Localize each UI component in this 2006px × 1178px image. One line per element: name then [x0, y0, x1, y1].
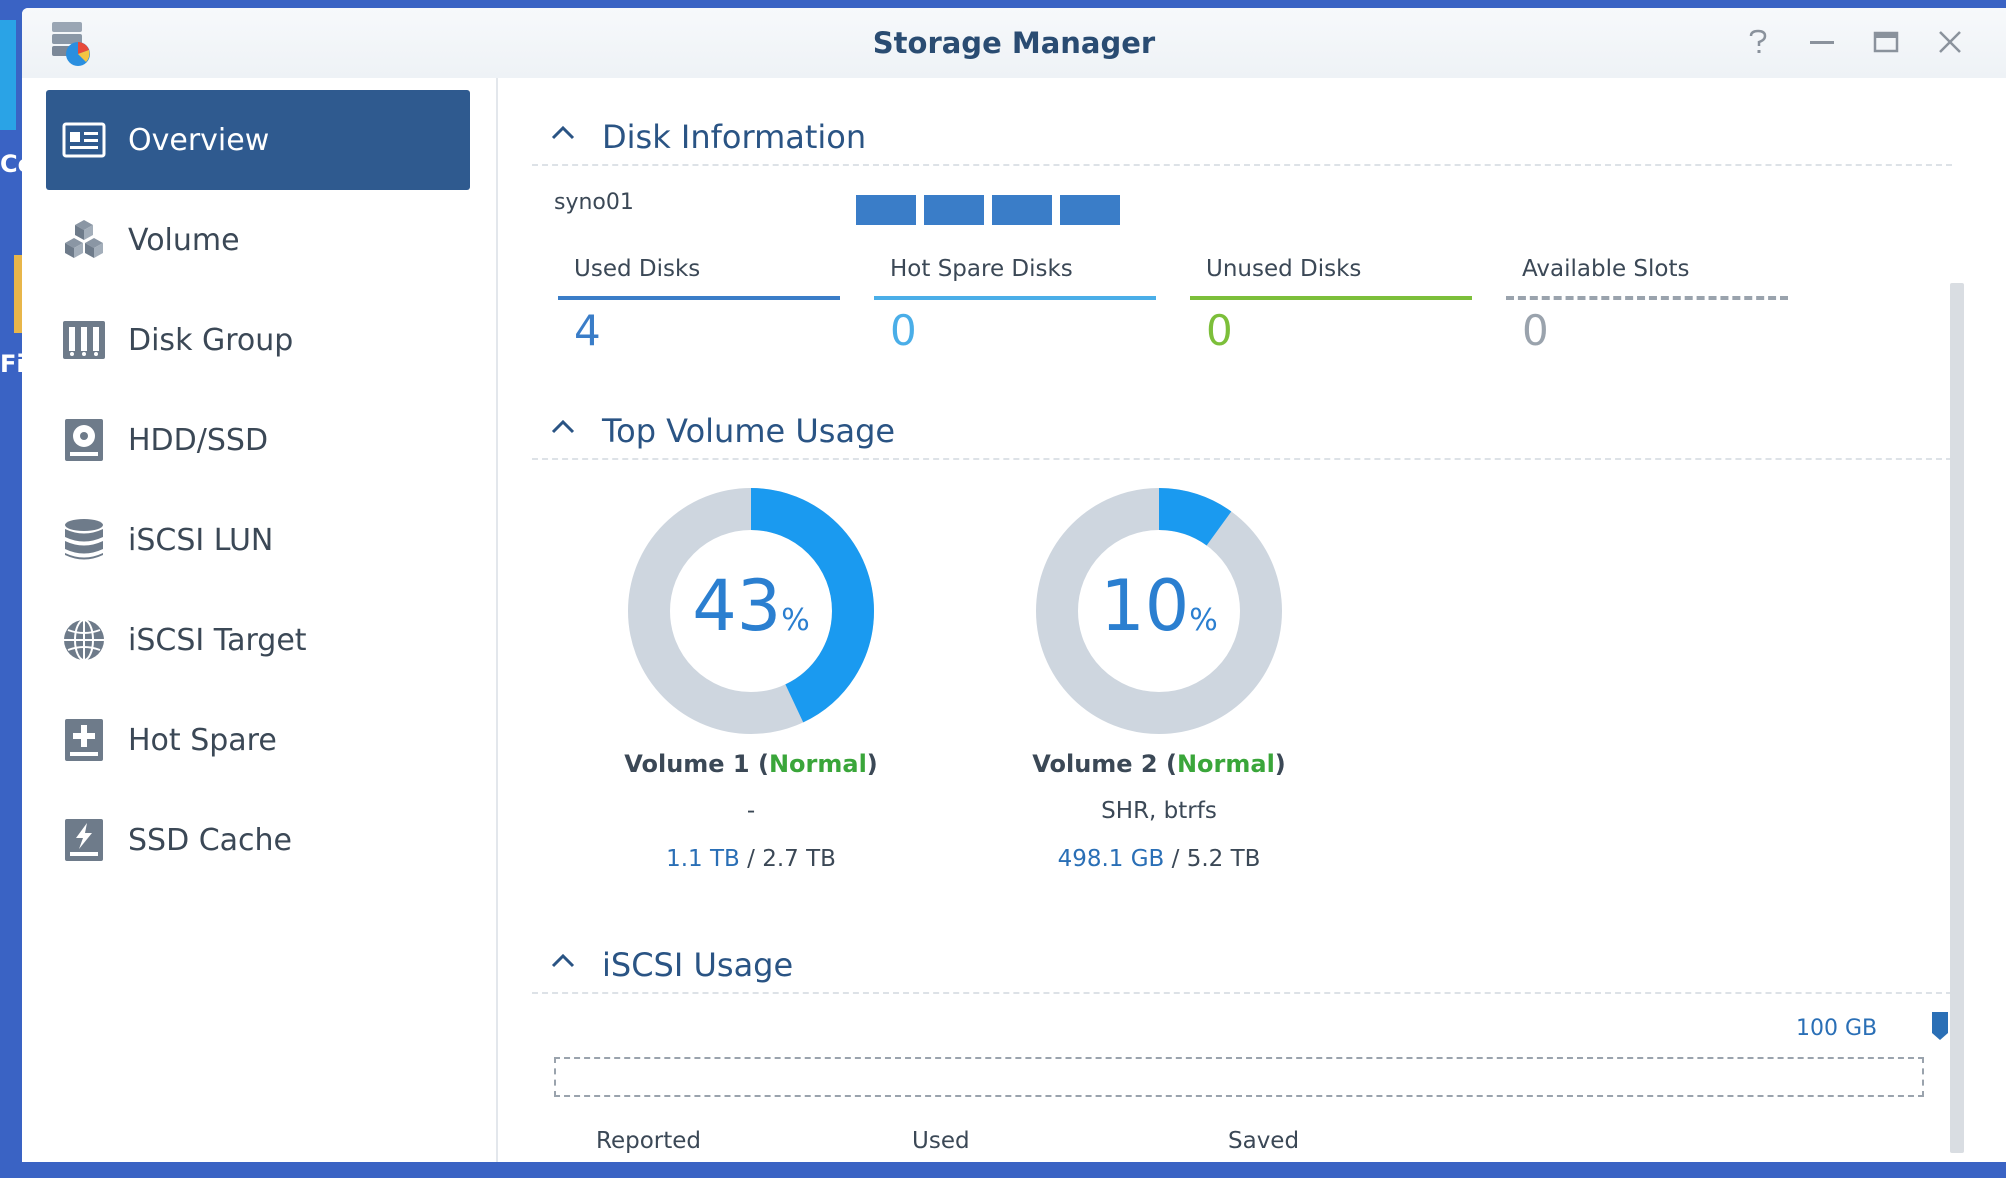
volume-1-raid: -: [746, 798, 756, 824]
hot-spare-plus-icon: [62, 718, 106, 762]
stat-label: Hot Spare Disks: [890, 256, 1073, 282]
sidebar-item-hdd-ssd[interactable]: HDD/SSD: [46, 390, 470, 490]
usage-percent: 43%: [626, 566, 876, 661]
used-capacity: 1.1 TB: [666, 846, 740, 872]
volume-cubes-icon: [62, 218, 106, 262]
vertical-scrollbar[interactable]: [1950, 283, 1964, 1153]
iscsi-reported-label: Reported: [596, 1128, 701, 1154]
desktop-folder-icon[interactable]: [14, 255, 22, 333]
sidebar-item-hot-spare[interactable]: Hot Spare: [46, 690, 470, 790]
stat-underline: [558, 296, 840, 300]
hdd-icon: [62, 418, 106, 462]
window-title: Storage Manager: [872, 26, 1156, 60]
sidebar-item-ssd-cache[interactable]: SSD Cache: [46, 790, 470, 890]
volume-1-donut[interactable]: 43%: [626, 486, 876, 736]
volume-2-capacity: 498.1 GB / 5.2 TB: [1057, 846, 1261, 872]
sidebar-item-iscsi-lun[interactable]: iSCSI LUN: [46, 490, 470, 590]
sidebar-item-label: Overview: [128, 122, 270, 158]
stat-value: 0: [1522, 306, 1549, 355]
volume-status: Normal: [768, 750, 867, 778]
database-icon: [62, 518, 106, 562]
percent-value: 10: [1100, 565, 1190, 647]
ssd-cache-bolt-icon: [62, 818, 106, 862]
title-bar[interactable]: Storage Manager: [22, 8, 2006, 78]
stat-used-disks: Used Disks 4: [558, 256, 840, 355]
volume-2-donut[interactable]: 10%: [1034, 486, 1284, 736]
close-button[interactable]: [1934, 28, 1966, 60]
used-capacity: 498.1 GB: [1057, 846, 1165, 872]
iscsi-saved-label: Saved: [1228, 1128, 1300, 1154]
stat-unused-disks: Unused Disks 0: [1190, 256, 1472, 355]
capacity-marker-icon: [1932, 1012, 1948, 1040]
sidebar-item-label: Hot Spare: [128, 722, 277, 758]
sidebar-item-iscsi-target[interactable]: iSCSI Target: [46, 590, 470, 690]
help-icon: [1749, 29, 1767, 53]
percent-sign: %: [781, 603, 810, 638]
iscsi-capacity-label: 100 GB: [1796, 1016, 1878, 1041]
sidebar: Overview Volume Disk Group HDD/SSD iSCSI…: [22, 78, 498, 1162]
volume-2-name[interactable]: Volume 2 (Normal): [959, 750, 1359, 778]
sidebar-item-label: HDD/SSD: [128, 422, 269, 458]
stat-available-slots: Available Slots 0: [1506, 256, 1788, 355]
sidebar-item-disk-group[interactable]: Disk Group: [46, 290, 470, 390]
stat-value: 0: [890, 306, 917, 355]
sidebar-item-label: Disk Group: [128, 322, 294, 358]
stat-value: 0: [1206, 306, 1233, 355]
section-title: Disk Information: [602, 118, 867, 156]
percent-value: 43: [692, 565, 782, 647]
maximize-icon: [1873, 31, 1899, 53]
sidebar-item-label: iSCSI Target: [128, 622, 307, 658]
close-icon: [1939, 31, 1961, 53]
minimize-icon: [1810, 41, 1834, 44]
section-title: iSCSI Usage: [602, 946, 794, 984]
sidebar-item-label: SSD Cache: [128, 822, 293, 858]
top-volume-header: Top Volume Usage: [532, 400, 1952, 460]
iscsi-usage-bar: [554, 1057, 1924, 1097]
section-title: Top Volume Usage: [602, 412, 896, 450]
stat-underline: [1506, 296, 1788, 300]
percent-sign: %: [1189, 603, 1218, 638]
sidebar-item-volume[interactable]: Volume: [46, 190, 470, 290]
volume-name-text: Volume 2: [1032, 750, 1158, 778]
maximize-button[interactable]: [1870, 28, 1902, 60]
stat-label: Unused Disks: [1206, 256, 1362, 282]
chevron-up-icon[interactable]: [550, 414, 576, 440]
stat-label: Available Slots: [1522, 256, 1690, 282]
volume-1-capacity: 1.1 TB / 2.7 TB: [666, 846, 836, 872]
main-content: Disk Information syno01 Used Disks 4 Hot…: [500, 78, 2006, 1162]
chevron-up-icon[interactable]: [550, 120, 576, 146]
volume-name-text: Volume 1: [624, 750, 750, 778]
sidebar-item-label: iSCSI LUN: [128, 522, 274, 558]
stat-underline: [1190, 296, 1472, 300]
stat-label: Used Disks: [574, 256, 701, 282]
volume-2-raid: SHR, btrfs: [1101, 798, 1217, 824]
stat-underline: [874, 296, 1156, 300]
storage-manager-window: Storage Manager Overview Volume Disk Gro…: [22, 8, 2006, 1162]
stat-value: 4: [574, 306, 601, 355]
desktop-folder-label: Fi: [0, 350, 25, 378]
volume-status: Normal: [1176, 750, 1275, 778]
sidebar-item-overview[interactable]: Overview: [46, 90, 470, 190]
usage-percent: 10%: [1034, 566, 1284, 661]
minimize-button[interactable]: [1806, 28, 1838, 60]
total-capacity: 5.2 TB: [1186, 846, 1261, 872]
volume-1-name[interactable]: Volume 1 (Normal): [551, 750, 951, 778]
stat-hot-spare-disks: Hot Spare Disks 0: [874, 256, 1156, 355]
total-capacity: 2.7 TB: [762, 846, 836, 872]
iscsi-used-label: Used: [912, 1128, 970, 1154]
disk-slot[interactable]: [1060, 195, 1120, 225]
desktop-app-icon[interactable]: [0, 20, 16, 130]
disk-slot[interactable]: [856, 195, 916, 225]
disk-group-icon: [62, 318, 106, 362]
chevron-up-icon[interactable]: [550, 948, 576, 974]
globe-icon: [62, 618, 106, 662]
disk-info-header: Disk Information: [532, 106, 1952, 166]
host-name: syno01: [554, 190, 634, 215]
iscsi-usage-header: iSCSI Usage: [532, 934, 1952, 994]
disk-slot[interactable]: [924, 195, 984, 225]
overview-icon: [62, 118, 106, 162]
help-button[interactable]: [1742, 28, 1774, 60]
disk-slot[interactable]: [992, 195, 1052, 225]
sidebar-item-label: Volume: [128, 222, 240, 258]
